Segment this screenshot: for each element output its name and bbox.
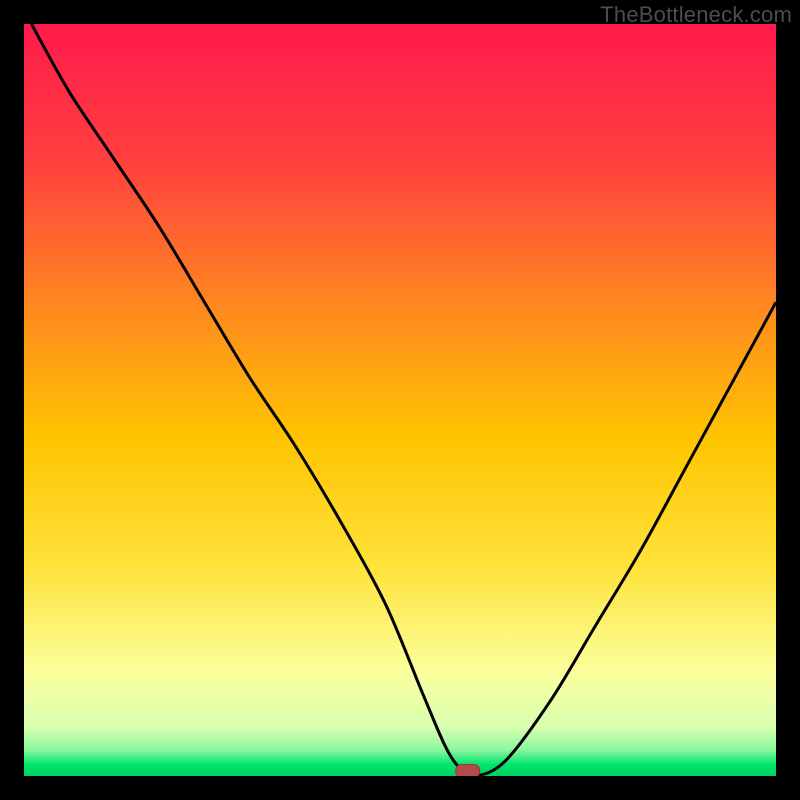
plot-area [24,24,776,776]
bottleneck-chart [24,24,776,776]
optimum-marker [456,765,480,777]
gradient-background [24,24,776,776]
chart-frame: TheBottleneck.com [0,0,800,800]
watermark-text: TheBottleneck.com [600,2,792,28]
